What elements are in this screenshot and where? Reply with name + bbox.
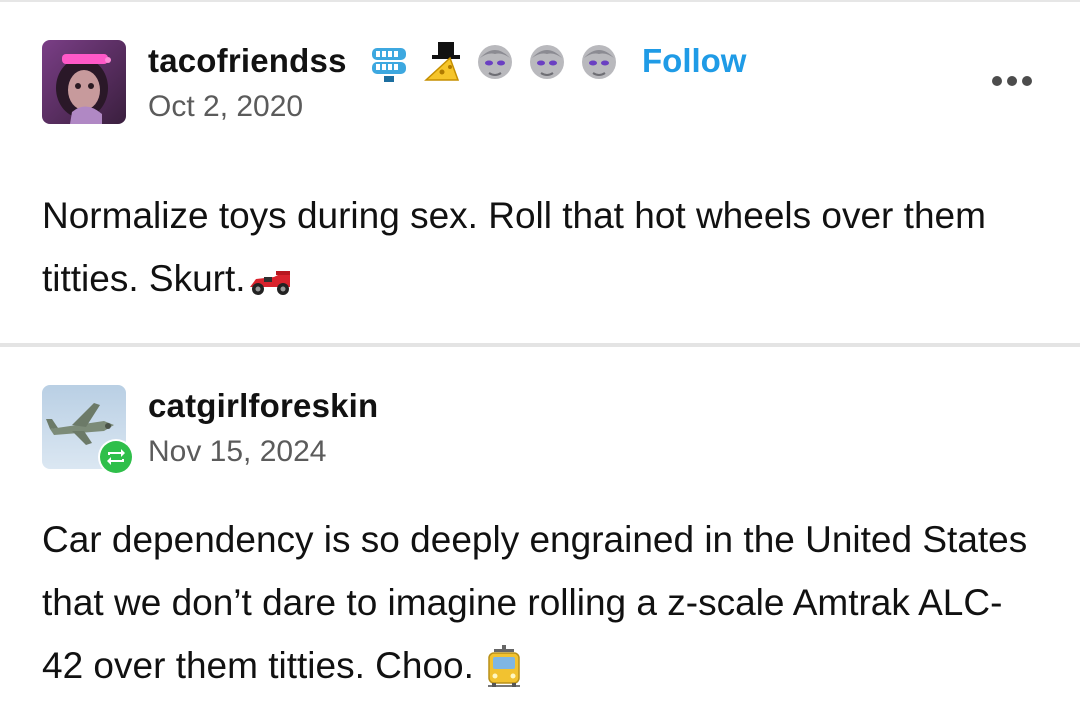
avatar-image [42,40,126,124]
tram-icon [488,645,521,688]
post-original: tacofriendss Follow Oct 2, 2020 Normaliz… [0,0,1080,345]
post-text: Normalize toys during sex. Roll that hot… [42,195,986,299]
post-text: Car dependency is so deeply engrained in… [42,519,1028,686]
chattering-teeth-icon [372,48,406,82]
more-options-icon[interactable] [992,76,1032,86]
racing-car-icon [249,271,290,296]
follow-button[interactable]: Follow [642,42,746,80]
username[interactable]: catgirlforeskin [148,387,378,425]
post-reblog: catgirlforeskin Nov 15, 2024 Car depende… [0,347,1080,701]
badge-row [368,40,622,86]
statue-head-icon [478,45,512,79]
post-date: Oct 2, 2020 [148,90,304,123]
username[interactable]: tacofriendss [148,42,347,80]
statue-head-icon [530,45,564,79]
reblog-icon [100,441,132,473]
post-body: Car dependency is so deeply engrained in… [42,508,1042,697]
statue-head-icon [582,45,616,79]
post-body: Normalize toys during sex. Roll that hot… [42,184,1042,310]
reblog-badge [98,439,134,475]
post-date: Nov 15, 2024 [148,435,327,468]
avatar[interactable] [42,40,126,124]
cheese-top-hat-icon [424,42,460,81]
